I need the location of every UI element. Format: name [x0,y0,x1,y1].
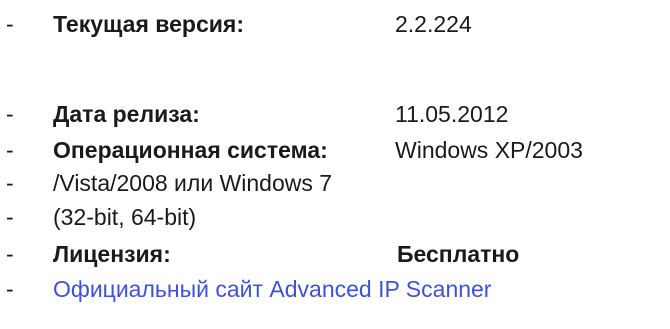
bullet-dash: - [6,170,14,196]
license-value: Бесплатно [397,241,520,267]
os-bitness: (32-bit, 64-bit) [53,204,197,230]
bullet-dash: - [6,11,14,37]
bullet-dash: - [6,137,14,163]
bullet-dash: - [6,241,14,267]
os-value-continued: /Vista/2008 или Windows 7 [53,170,333,196]
version-value: 2.2.224 [395,11,472,37]
os-value: Windows XP/2003 [395,137,583,163]
version-label: Текущая версия: [53,11,244,37]
bullet-dash: - [6,204,14,230]
os-label: Операционная система: [53,137,328,163]
bullet-dash: - [6,101,14,127]
bullet-dash: - [6,276,14,302]
license-label: Лицензия: [53,241,171,267]
release-date-value: 11.05.2012 [395,101,509,127]
official-site-link[interactable]: Официальный сайт Advanced IP Scanner [53,271,491,307]
software-info-list: - Текущая версия: 2.2.224 - Дата релиза:… [0,0,670,329]
release-date-label: Дата релиза: [53,101,200,127]
